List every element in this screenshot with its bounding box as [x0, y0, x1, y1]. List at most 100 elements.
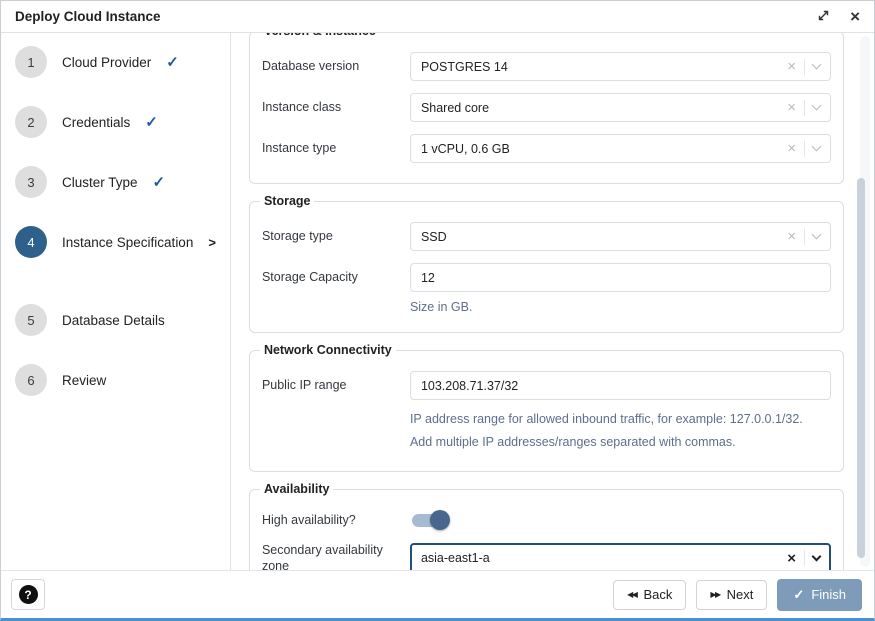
clear-icon[interactable]: × — [787, 551, 796, 566]
step-database-details[interactable]: 5 Database Details — [1, 304, 230, 336]
field-label: Public IP range — [262, 377, 410, 393]
scrollbar-thumb[interactable] — [857, 178, 865, 558]
public-ip-range-input[interactable] — [421, 379, 820, 393]
secondary-availability-zone-select[interactable]: asia-east1-a × — [410, 543, 831, 570]
selected-value: POSTGRES 14 — [421, 60, 787, 74]
helper-line: Add multiple IP addresses/ranges separat… — [410, 431, 831, 454]
step-label: Cluster Type — [62, 175, 138, 190]
separator — [804, 100, 805, 116]
step-current-chevron-icon: > — [208, 235, 216, 250]
clear-icon[interactable]: × — [787, 100, 796, 115]
separator — [804, 550, 805, 566]
section-storage: Storage Storage type SSD × Storage Capac… — [249, 194, 844, 333]
chevron-down-icon[interactable] — [812, 142, 822, 152]
next-button[interactable]: ▶▶ Next — [696, 580, 767, 610]
expand-icon — [817, 9, 830, 25]
step-completed-check-icon: ✓ — [145, 113, 158, 131]
chevron-down-icon[interactable] — [812, 60, 822, 70]
clear-icon[interactable]: × — [787, 229, 796, 244]
step-cloud-provider[interactable]: 1 Cloud Provider ✓ — [1, 46, 230, 78]
field-label: High availability? — [262, 512, 410, 528]
storage-type-select[interactable]: SSD × — [410, 222, 831, 251]
field-label: Instance class — [262, 99, 410, 115]
instance-class-select[interactable]: Shared core × — [410, 93, 831, 122]
field-label: Storage type — [262, 228, 410, 244]
step-number-badge: 6 — [15, 364, 47, 396]
field-high-availability: High availability? — [262, 510, 831, 530]
storage-capacity-input[interactable] — [421, 271, 820, 285]
step-label: Database Details — [62, 313, 165, 328]
dialog-body: 1 Cloud Provider ✓ 2 Credentials ✓ 3 Clu… — [1, 33, 874, 570]
close-button[interactable]: × — [850, 8, 860, 25]
field-public-ip-range: Public IP range — [262, 371, 831, 400]
database-version-select[interactable]: POSTGRES 14 × — [410, 52, 831, 81]
chevron-down-icon[interactable] — [812, 230, 822, 240]
help-button[interactable]: ? — [11, 579, 45, 610]
double-right-arrow-icon: ▶▶ — [710, 591, 719, 599]
public-ip-range-input-wrap — [410, 371, 831, 400]
section-legend: Network Connectivity — [260, 343, 396, 357]
public-ip-range-helper: IP address range for allowed inbound tra… — [410, 408, 831, 453]
scrollbar-track[interactable] — [860, 36, 870, 567]
step-number-badge: 3 — [15, 166, 47, 198]
toggle-thumb — [430, 510, 450, 530]
chevron-down-icon[interactable] — [812, 551, 822, 561]
wizard-sidebar: 1 Cloud Provider ✓ 2 Credentials ✓ 3 Clu… — [1, 33, 231, 570]
step-cluster-type[interactable]: 3 Cluster Type ✓ — [1, 166, 230, 198]
section-availability: Availability High availability? Secondar… — [249, 482, 844, 570]
field-secondary-availability-zone: Secondary availability zone asia-east1-a… — [262, 542, 831, 570]
next-button-label: Next — [727, 587, 754, 602]
field-label: Instance type — [262, 140, 410, 156]
field-label: Secondary availability zone — [262, 542, 410, 570]
helper-line: IP address range for allowed inbound tra… — [410, 408, 831, 431]
close-icon: × — [850, 8, 860, 25]
instance-type-select[interactable]: 1 vCPU, 0.6 GB × — [410, 134, 831, 163]
form-content: Version & Instance Database version POST… — [231, 33, 874, 570]
step-label: Review — [62, 373, 106, 388]
step-credentials[interactable]: 2 Credentials ✓ — [1, 106, 230, 138]
chevron-down-icon[interactable] — [812, 101, 822, 111]
separator — [804, 141, 805, 157]
step-label: Cloud Provider — [62, 55, 151, 70]
field-instance-class: Instance class Shared core × — [262, 93, 831, 122]
separator — [804, 229, 805, 245]
selected-value: asia-east1-a — [421, 551, 787, 565]
maximize-button[interactable] — [817, 9, 830, 25]
help-icon: ? — [19, 585, 38, 604]
step-number-badge: 5 — [15, 304, 47, 336]
finish-button[interactable]: ✓ Finish — [777, 579, 862, 611]
section-legend: Version & Instance — [260, 33, 380, 38]
storage-capacity-input-wrap — [410, 263, 831, 292]
step-instance-specification[interactable]: 4 Instance Specification > — [1, 226, 230, 258]
separator — [804, 59, 805, 75]
step-number-badge: 4 — [15, 226, 47, 258]
finish-button-label: Finish — [811, 587, 846, 602]
clear-icon[interactable]: × — [787, 141, 796, 156]
check-icon: ✓ — [793, 588, 804, 601]
clear-icon[interactable]: × — [787, 59, 796, 74]
step-completed-check-icon: ✓ — [153, 173, 166, 191]
dialog-header: Deploy Cloud Instance × — [1, 1, 874, 33]
section-legend: Availability — [260, 482, 334, 496]
selected-value: Shared core — [421, 101, 787, 115]
field-instance-type: Instance type 1 vCPU, 0.6 GB × — [262, 134, 831, 163]
deploy-cloud-instance-dialog: Deploy Cloud Instance × 1 Cloud Provider… — [0, 0, 875, 621]
dialog-title: Deploy Cloud Instance — [15, 9, 161, 24]
field-label: Database version — [262, 58, 410, 74]
selected-value: 1 vCPU, 0.6 GB — [421, 142, 787, 156]
selected-value: SSD — [421, 230, 787, 244]
storage-capacity-helper: Size in GB. — [410, 300, 831, 314]
field-label: Storage Capacity — [262, 269, 410, 285]
field-storage-type: Storage type SSD × — [262, 222, 831, 251]
step-label: Instance Specification — [62, 235, 193, 250]
double-left-arrow-icon: ◀◀ — [627, 591, 636, 599]
step-number-badge: 1 — [15, 46, 47, 78]
step-completed-check-icon: ✓ — [166, 53, 179, 71]
high-availability-toggle[interactable] — [410, 510, 450, 530]
dialog-footer: ? ◀◀ Back ▶▶ Next ✓ Finish — [1, 570, 874, 618]
step-label: Credentials — [62, 115, 130, 130]
back-button[interactable]: ◀◀ Back — [613, 580, 686, 610]
step-review[interactable]: 6 Review — [1, 364, 230, 396]
header-actions: × — [817, 8, 860, 25]
section-legend: Storage — [260, 194, 315, 208]
